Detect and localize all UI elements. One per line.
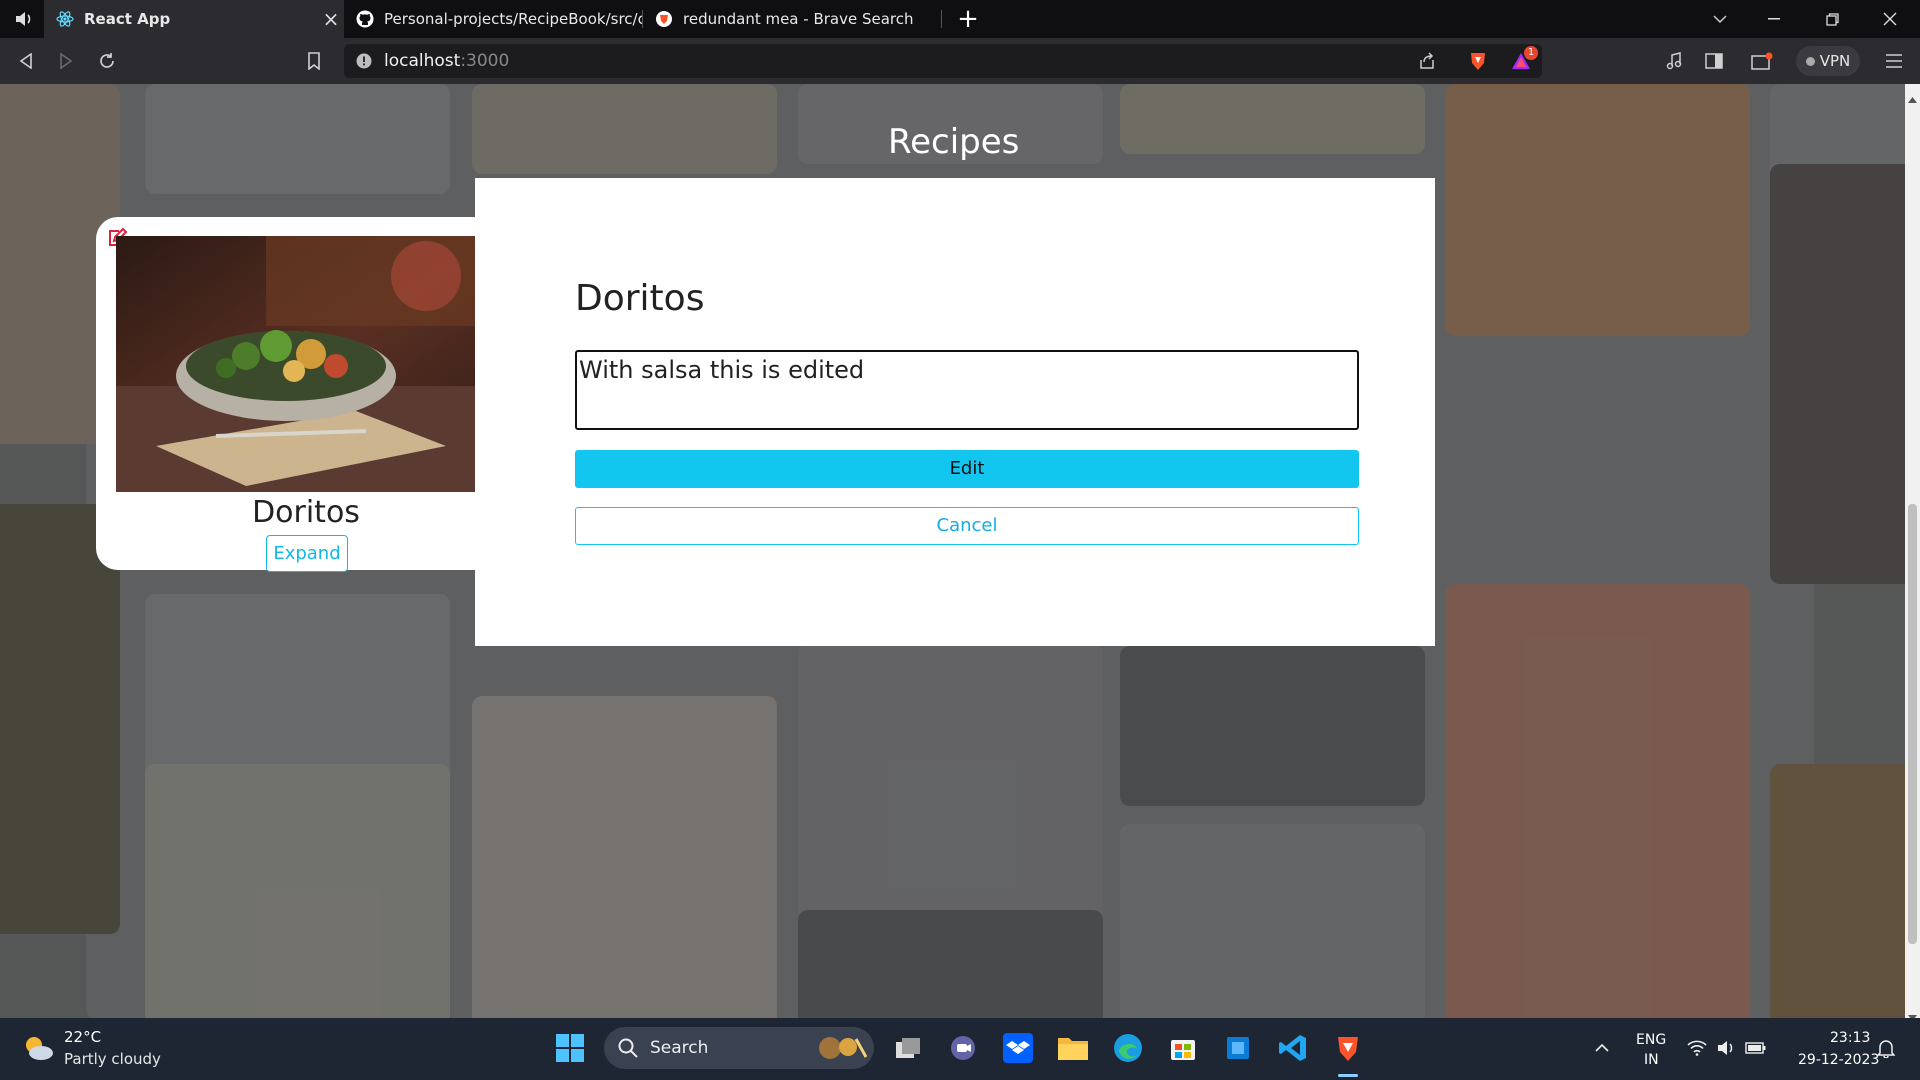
tab-search-chevron-icon[interactable] [1692, 0, 1748, 38]
windows-taskbar: 22°C Partly cloudy Search ENG IN 23:13 2… [0, 1018, 1920, 1080]
brave-search-icon [655, 10, 673, 28]
share-icon[interactable] [1418, 52, 1436, 74]
tab-audio-icon[interactable] [4, 0, 44, 38]
new-tab-button[interactable]: + [948, 0, 988, 38]
tab-bar: React App × Personal-projects/RecipeBook… [0, 0, 1920, 38]
site-info-icon[interactable] [356, 53, 372, 73]
notification-bell-icon[interactable] [1866, 1028, 1906, 1068]
task-view-icon[interactable] [888, 1028, 928, 1068]
address-bar[interactable]: localhost:3000 1 [344, 44, 1542, 78]
edge-icon[interactable] [1108, 1028, 1148, 1068]
microsoft-store-icon[interactable] [1163, 1028, 1203, 1068]
start-icon[interactable] [550, 1028, 590, 1068]
close-tab-icon[interactable]: × [318, 7, 344, 31]
weather-description[interactable]: Partly cloudy [64, 1050, 161, 1068]
modal-title: Doritos [575, 278, 705, 319]
tab-divider [941, 10, 942, 28]
page-viewport: Recipes Doritos Expand Doritos With sals… [0, 84, 1905, 1018]
github-icon [356, 10, 374, 28]
close-window-icon[interactable] [1862, 0, 1918, 38]
language-region[interactable]: IN [1644, 1052, 1659, 1068]
battery-icon[interactable] [1736, 1028, 1776, 1068]
weather-icon[interactable] [18, 1028, 58, 1068]
recipe-card-title: Doritos [252, 495, 360, 530]
browser-toolbar: localhost:3000 1 VPN [0, 38, 1920, 84]
tab-react-app[interactable]: React App × [44, 0, 344, 38]
url-text: localhost:3000 [384, 51, 510, 71]
weather-temperature[interactable]: 22°C [64, 1028, 101, 1046]
clock-time[interactable]: 23:13 [1830, 1030, 1870, 1046]
vscode-icon[interactable] [1273, 1028, 1313, 1068]
rewards-badge: 1 [1524, 46, 1538, 60]
reload-icon[interactable] [87, 38, 127, 84]
recipe-description-textarea[interactable]: With salsa this is edited [575, 350, 1359, 430]
page-scrollbar[interactable] [1905, 84, 1920, 1021]
search-highlight-icon [810, 1033, 870, 1067]
search-label: Search [650, 1038, 709, 1058]
teams-chat-icon[interactable] [943, 1028, 983, 1068]
scroll-up-icon[interactable] [1908, 88, 1917, 107]
brave-browser-icon[interactable] [1328, 1028, 1368, 1068]
language-indicator[interactable]: ENG [1636, 1032, 1666, 1048]
tab-title: Personal-projects/RecipeBook/src/com [384, 10, 642, 28]
recipe-image [116, 236, 496, 492]
dropbox-icon[interactable] [998, 1028, 1038, 1068]
page-title: Recipes [888, 122, 1020, 162]
cancel-button[interactable]: Cancel [575, 507, 1359, 545]
sidebar-icon[interactable] [1694, 38, 1734, 84]
expand-button[interactable]: Expand [266, 535, 348, 572]
active-app-indicator [1338, 1074, 1358, 1077]
recipe-card: Doritos Expand [96, 217, 496, 572]
tab-brave-search[interactable]: redundant mea - Brave Search [643, 0, 941, 38]
edit-button[interactable]: Edit [575, 450, 1359, 488]
brave-shields-icon[interactable] [1468, 50, 1488, 76]
menu-icon[interactable] [1874, 38, 1914, 84]
edit-modal: Doritos With salsa this is edited Edit C… [475, 178, 1435, 646]
taskbar-search[interactable]: Search [604, 1027, 874, 1069]
tab-github[interactable]: Personal-projects/RecipeBook/src/com [344, 0, 642, 38]
vpn-button[interactable]: VPN [1796, 46, 1860, 76]
show-hidden-icons-chevron-icon[interactable] [1582, 1028, 1622, 1068]
minimize-icon[interactable] [1746, 0, 1802, 38]
taskbar-app-icon[interactable] [1218, 1028, 1258, 1068]
react-icon [56, 10, 74, 28]
forward-icon[interactable] [46, 38, 86, 84]
search-icon [618, 1038, 638, 1062]
back-icon[interactable] [6, 38, 46, 84]
wallet-icon[interactable] [1742, 38, 1782, 84]
tab-title: redundant mea - Brave Search [683, 10, 914, 28]
bookmark-icon[interactable] [294, 38, 334, 84]
vpn-status-icon [1805, 56, 1815, 66]
tab-title: React App [84, 10, 171, 28]
file-explorer-icon[interactable] [1053, 1028, 1093, 1068]
scroll-thumb[interactable] [1908, 504, 1917, 944]
media-icon[interactable] [1654, 38, 1694, 84]
restore-icon[interactable] [1804, 0, 1860, 38]
